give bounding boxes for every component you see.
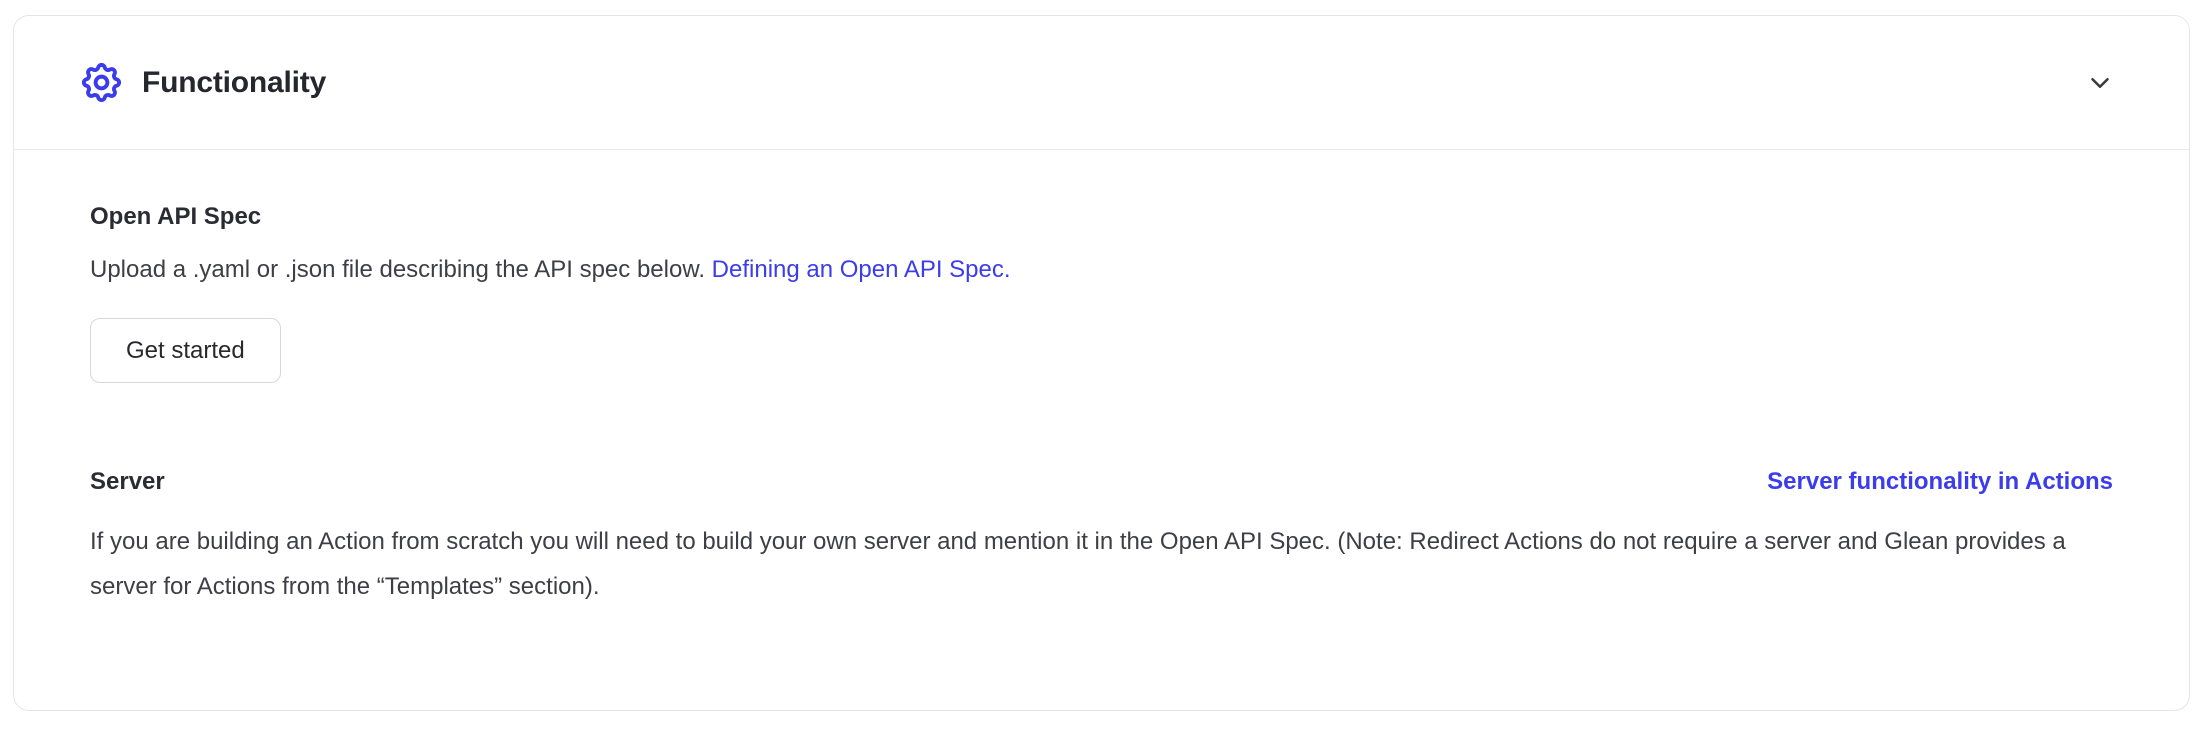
open-api-spec-heading: Open API Spec bbox=[90, 200, 2113, 234]
server-heading-row: Server Server functionality in Actions bbox=[90, 465, 2113, 499]
chevron-down-icon[interactable] bbox=[2085, 68, 2115, 98]
card-body: Open API Spec Upload a .yaml or .json fi… bbox=[14, 150, 2189, 609]
open-api-spec-section: Open API Spec Upload a .yaml or .json fi… bbox=[90, 200, 2113, 383]
page: Functionality Open API Spec Upload a .ya… bbox=[0, 15, 2202, 711]
gear-icon bbox=[78, 59, 125, 106]
open-api-spec-description: Upload a .yaml or .json file describing … bbox=[90, 252, 2113, 288]
server-heading: Server bbox=[90, 465, 165, 499]
server-section: Server Server functionality in Actions I… bbox=[90, 465, 2113, 609]
functionality-section-header[interactable]: Functionality bbox=[14, 16, 2189, 150]
server-functionality-link[interactable]: Server functionality in Actions bbox=[1767, 468, 2113, 496]
defining-open-api-spec-link[interactable]: Defining an Open API Spec. bbox=[712, 256, 1011, 283]
server-description: If you are building an Action from scrat… bbox=[90, 519, 2113, 609]
get-started-button[interactable]: Get started bbox=[90, 318, 281, 383]
functionality-card: Functionality Open API Spec Upload a .ya… bbox=[13, 15, 2190, 711]
open-api-spec-description-text: Upload a .yaml or .json file describing … bbox=[90, 256, 705, 283]
section-title: Functionality bbox=[142, 66, 326, 100]
